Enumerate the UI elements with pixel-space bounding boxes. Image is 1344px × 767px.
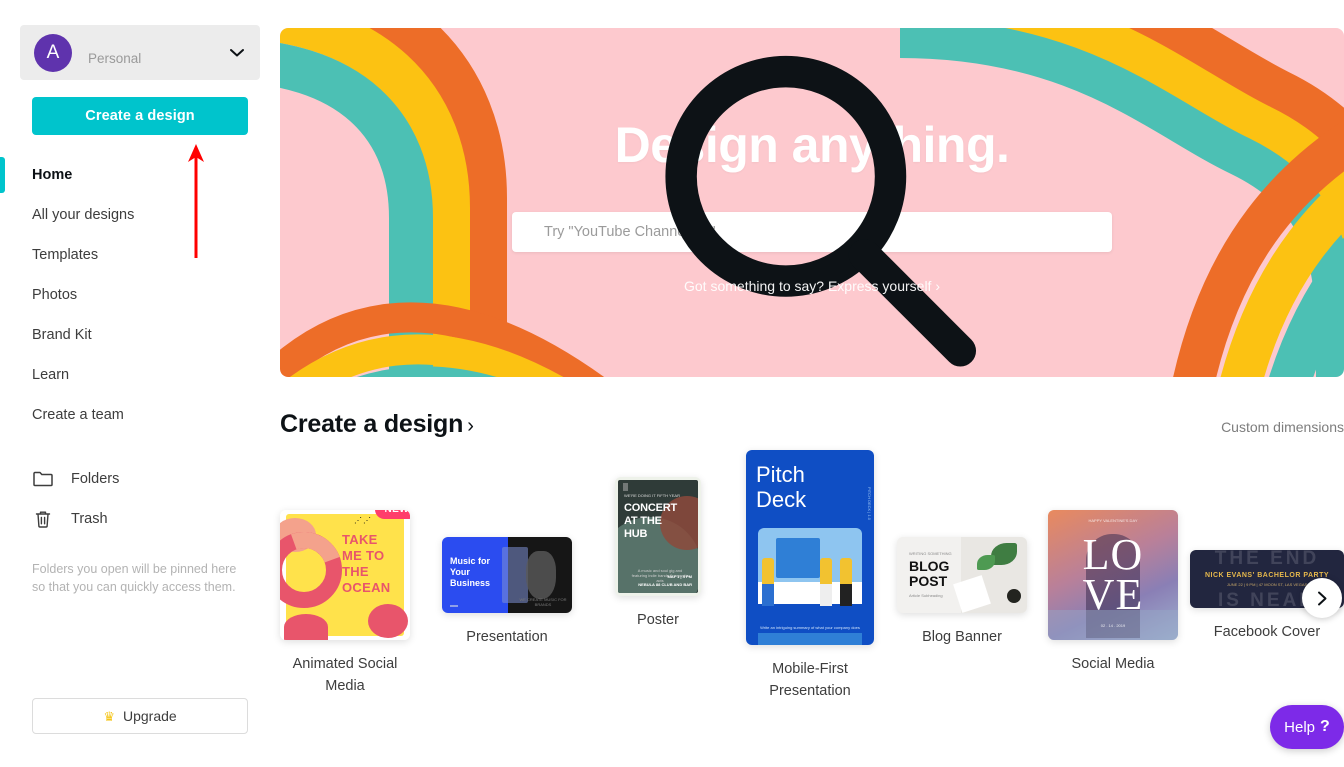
design-card-presentation[interactable]: Music for Your Business WE CREATE MUSIC FO… [432,537,582,648]
sidebar-item-templates[interactable]: Templates [0,235,280,275]
design-card-label: Mobile-First Presentation [769,661,851,699]
design-card-label: Facebook Cover [1213,624,1321,640]
sidebar-item-learn[interactable]: Learn [0,355,280,395]
design-card-label: Social Media [1071,656,1155,672]
folder-icon [33,471,53,487]
sidebar-item-all-your-designs[interactable]: All your designs [0,195,280,235]
design-card-thumbnail: WRITING SOMETHING BLOG POST Article Subhe… [897,537,1027,613]
create-a-design-section-header: Create a design › Custom dimensions [280,410,1344,439]
design-card-thumbnail: Pitch Deck Write an intriguing summary of… [746,450,874,645]
sidebar-item-brand-kit[interactable]: Brand Kit [0,315,280,355]
carousel-next-button[interactable] [1302,578,1342,618]
design-card-social-media[interactable]: LO VE HAPPY VALENTINE'S DAY 02 . 14 . 201… [1038,510,1188,675]
create-a-design-button[interactable]: Create a design [32,97,248,135]
account-switcher[interactable]: A Personal [20,25,260,80]
design-card-label: Poster [637,612,679,628]
question-mark-icon: ? [1320,718,1330,735]
upgrade-button[interactable]: ♛ Upgrade [32,698,248,734]
design-card-poster[interactable]: WE'RE DOING IT FIFTH YEAR CONCERT AT THE H… [583,477,733,631]
avatar: A [34,33,72,72]
chevron-right-icon [1317,591,1326,605]
section-title-text: Create a design [280,410,464,438]
sidebar-item-create-a-team[interactable]: Create a team [0,395,280,435]
thumb-text: CONCERT AT THE HUB [624,502,677,540]
sidebar-item-folders[interactable]: Folders [0,459,280,499]
thumb-text: Pitch Deck [756,462,807,512]
design-card-thumbnail: LO VE HAPPY VALENTINE'S DAY 02 . 14 . 201… [1048,510,1178,640]
account-label: Personal [88,51,142,66]
chevron-right-icon: › [467,415,474,437]
sidebar-item-label: Learn [32,367,70,383]
design-card-thumbnail: TAKEME TOTHEOCEAN ⋰⋰ NEW [280,510,410,640]
sidebar-item-trash[interactable]: Trash [0,499,280,539]
sidebar-item-label: Brand Kit [32,327,92,343]
express-yourself-link[interactable]: Got something to say? Express yourself › [684,278,940,294]
sidebar-item-home[interactable]: Home [0,155,280,195]
hero-content: Design anything. Got something to say? E… [280,28,1344,377]
sidebar-nav: Home All your designs Templates Photos B… [0,155,280,539]
chevron-down-icon [230,48,244,56]
upgrade-button-label: Upgrade [122,708,177,724]
main-content: Design anything. Got something to say? E… [280,0,1344,767]
help-button-label: Help [1284,718,1316,736]
sidebar-item-photos[interactable]: Photos [0,275,280,315]
sidebar-item-label: Trash [71,511,108,527]
help-button[interactable]: Help ? [1270,705,1344,749]
sidebar-item-label: All your designs [32,207,135,223]
design-card-label: Animated Social Media [292,656,398,694]
new-badge: NEW [375,510,410,519]
custom-dimensions-link[interactable]: Custom dimensions [1221,419,1344,435]
sidebar-item-label: Photos [32,287,78,303]
design-card-blog-banner[interactable]: WRITING SOMETHING BLOG POST Article Subhe… [887,537,1037,648]
thumb-text: THE END [1214,550,1320,569]
section-title[interactable]: Create a design › [280,410,474,439]
canva-home-app: A Personal Create a design Home All your… [0,0,1344,767]
design-type-carousel: TAKEME TOTHEOCEAN ⋰⋰ NEW Animated Social… [280,450,1344,705]
sidebar-item-label: Create a team [32,407,124,423]
design-card-mobile-first-presentation[interactable]: Pitch Deck Write an intriguing summary of… [735,450,885,702]
design-card-label: Presentation [466,629,548,645]
design-card-thumbnail: Music for Your Business WE CREATE MUSIC FO… [442,537,572,613]
search-icon [665,55,977,367]
design-card-label: Blog Banner [922,629,1002,645]
pinned-folders-note: Folders you open will be pinned here so … [32,562,237,594]
thumb-text: BLOG POST [909,558,950,589]
hero-banner: Design anything. Got something to say? E… [280,28,1344,377]
design-card-animated-social-media[interactable]: TAKEME TOTHEOCEAN ⋰⋰ NEW Animated Social… [280,510,410,697]
design-card-thumbnail: WE'RE DOING IT FIFTH YEAR CONCERT AT THE H… [615,477,701,596]
crown-icon: ♛ [103,708,115,724]
sidebar-item-label: Templates [32,247,99,263]
sidebar: A Personal Create a design Home All your… [0,0,280,767]
search-bar[interactable] [512,55,1112,367]
sidebar-item-label: Home [32,167,73,183]
trash-icon [35,511,51,528]
nav-divider-space [0,435,280,459]
thumb-text: LO VE [1082,530,1144,619]
thumb-text: TAKE ME TO THE OCEAN [342,532,391,595]
sidebar-item-label: Folders [71,471,120,487]
thumb-text: Music for Your Business [450,556,491,588]
